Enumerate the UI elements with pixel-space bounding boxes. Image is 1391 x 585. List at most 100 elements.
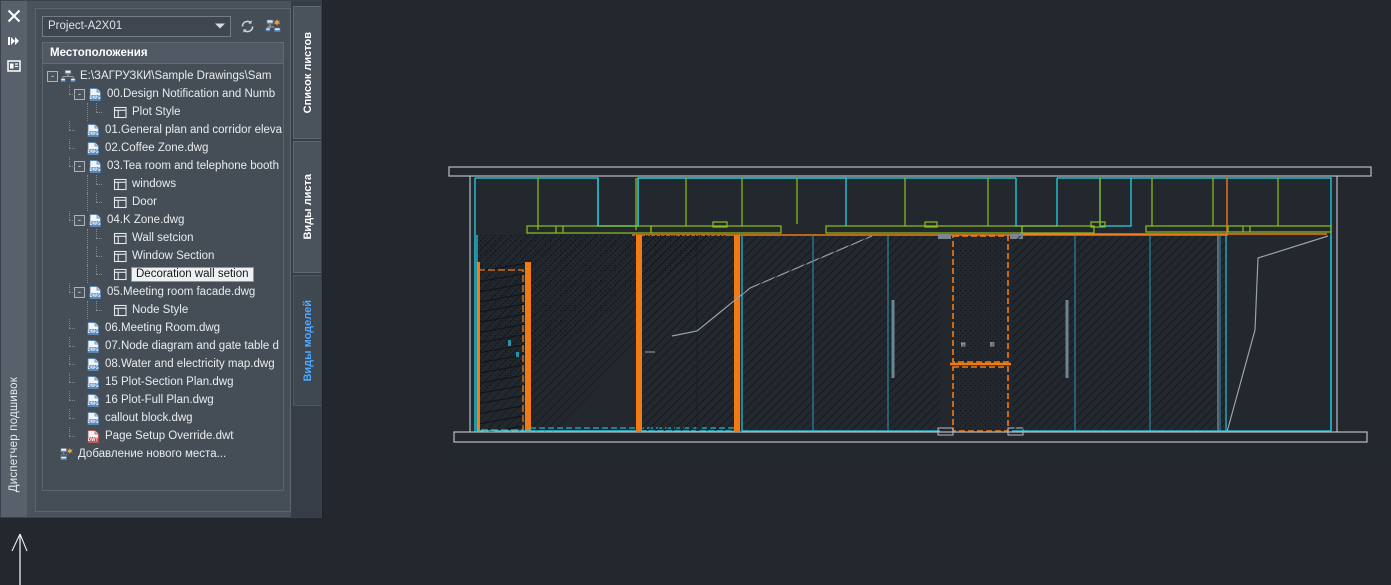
svg-text:DWG: DWG [89, 95, 100, 100]
chevron-down-icon [215, 23, 225, 29]
svg-text:DWG: DWG [87, 347, 98, 352]
tree-item[interactable]: Decoration wall setion [43, 265, 283, 283]
tree-item[interactable]: DWG 06.Meeting Room.dwg [43, 319, 283, 337]
tree-item[interactable]: Window Section [43, 247, 283, 265]
tab-sheet-list-label: Список листов [301, 31, 314, 114]
collapse-icon[interactable]: - [74, 214, 85, 226]
refresh-icon[interactable] [238, 17, 257, 36]
tree-guide [65, 337, 75, 355]
publish-sheetset-icon[interactable] [264, 17, 283, 36]
dwg-icon: DWG [88, 285, 103, 300]
svg-text:DWG: DWG [87, 419, 98, 424]
tree-item-label: 03.Tea room and telephone booth [107, 160, 279, 172]
view-icon [113, 105, 128, 120]
palette-title-text: Диспетчер подшивок [7, 377, 20, 493]
tree-item[interactable]: Добавление нового места... [43, 445, 283, 463]
tree-item[interactable]: - DWG 04.K Zone.dwg [43, 211, 283, 229]
tree-guide [92, 193, 102, 211]
auto-hide-icon[interactable] [4, 31, 24, 51]
tree-item-label: 00.Design Notification and Numb [107, 88, 276, 100]
collapse-icon[interactable]: - [74, 88, 85, 100]
tab-sheet-list[interactable]: Список листов [293, 6, 322, 139]
tree-guide [83, 175, 92, 193]
tree-item[interactable]: DWG 16 Plot-Full Plan.dwg [43, 391, 283, 409]
locations-tree[interactable]: - E:\ЗАГРУЗКИ\Sample Drawings\Sam - DWG 00.D… [42, 64, 284, 491]
tree-item-label: 05.Meeting room facade.dwg [107, 286, 256, 298]
tree-item[interactable]: Door [43, 193, 283, 211]
dwg-icon: DWG [86, 411, 101, 426]
tree-item-label: Plot Style [132, 106, 181, 118]
dwg-icon: DWG [86, 141, 101, 156]
sheet-set-manager-palette: Диспетчер подшивок Project-A2X01 Местопо… [0, 0, 323, 518]
tab-model-views[interactable]: Виды моделей [293, 275, 322, 406]
tree-item-label: 15 Plot-Section Plan.dwg [105, 376, 234, 388]
tree-guide [92, 301, 102, 319]
tree-item[interactable]: - E:\ЗАГРУЗКИ\Sample Drawings\Sam [43, 67, 283, 85]
tree-item[interactable]: DWT Page Setup Override.dwt [43, 427, 283, 445]
collapse-icon[interactable]: - [47, 70, 58, 82]
palette-content: Project-A2X01 Местоположения - E:\ЗАГРУЗ… [35, 8, 291, 512]
tree-item[interactable]: DWG 08.Water and electricity map.dwg [43, 355, 283, 373]
collapse-icon[interactable]: - [74, 286, 85, 298]
tree-item[interactable]: Plot Style [43, 103, 283, 121]
tree-item[interactable]: windows [43, 175, 283, 193]
tree-item[interactable]: - DWG 00.Design Notification and Numb [43, 85, 283, 103]
view-icon [113, 303, 128, 318]
tree-item-label: 08.Water and electricity map.dwg [105, 358, 275, 370]
tab-model-views-label: Виды моделей [301, 299, 314, 382]
tree-item[interactable]: Wall setcion [43, 229, 283, 247]
tree-guide [65, 409, 75, 427]
sheetset-select[interactable]: Project-A2X01 [42, 15, 231, 37]
tree-item-label: 07.Node diagram and gate table d [105, 340, 279, 352]
tree-guide [92, 229, 102, 247]
close-icon[interactable] [4, 6, 24, 26]
sheetset-toolbar: Project-A2X01 [42, 14, 284, 38]
tree-item-label: Door [132, 196, 157, 208]
tree-guide [83, 193, 92, 211]
dwg-icon: DWG [88, 87, 103, 102]
tree-item[interactable]: Node Style [43, 301, 283, 319]
tree-guide [65, 319, 75, 337]
tree-guide [83, 247, 92, 265]
tree-guide [83, 229, 92, 247]
tree-item[interactable]: DWG 01.General plan and corridor eleva [43, 121, 283, 139]
tree-item[interactable]: DWG 15 Plot-Section Plan.dwg [43, 373, 283, 391]
view-icon [113, 177, 128, 192]
palette-body: Project-A2X01 Местоположения - E:\ЗАГРУЗ… [27, 0, 291, 518]
svg-text:DWG: DWG [87, 131, 98, 136]
tree-item-label: 02.Coffee Zone.dwg [105, 142, 209, 154]
tree-item-label: 16 Plot-Full Plan.dwg [105, 394, 214, 406]
tree-item[interactable]: DWG 07.Node diagram and gate table d [43, 337, 283, 355]
tree-guide [65, 211, 75, 229]
dwg-icon: DWG [88, 159, 103, 174]
properties-icon[interactable] [4, 56, 24, 76]
tree-item[interactable]: - DWG 03.Tea room and telephone booth [43, 157, 283, 175]
tree-item[interactable]: - DWG 05.Meeting room facade.dwg [43, 283, 283, 301]
dwg-icon: DWG [86, 321, 101, 336]
tree-guide [65, 157, 75, 175]
dwg-icon: DWG [88, 213, 103, 228]
tree-guide [83, 103, 92, 121]
tree-item-label: windows [132, 178, 177, 190]
svg-text:DWG: DWG [87, 383, 98, 388]
tree-item-label: 06.Meeting Room.dwg [105, 322, 221, 334]
add-location-icon [59, 447, 74, 462]
tree-guide [65, 139, 75, 157]
svg-text:DWG: DWG [89, 293, 100, 298]
tab-sheet-views[interactable]: Виды листа [293, 141, 322, 273]
tree-item[interactable]: DWG callout block.dwg [43, 409, 283, 427]
collapse-icon[interactable]: - [74, 160, 85, 172]
tree-guide [65, 121, 75, 139]
tree-item-label: Decoration wall setion [131, 266, 254, 282]
view-icon [113, 231, 128, 246]
tree-item[interactable]: DWG 02.Coffee Zone.dwg [43, 139, 283, 157]
palette-tab-rail: Список листов Виды листа Виды моделей [291, 0, 322, 518]
